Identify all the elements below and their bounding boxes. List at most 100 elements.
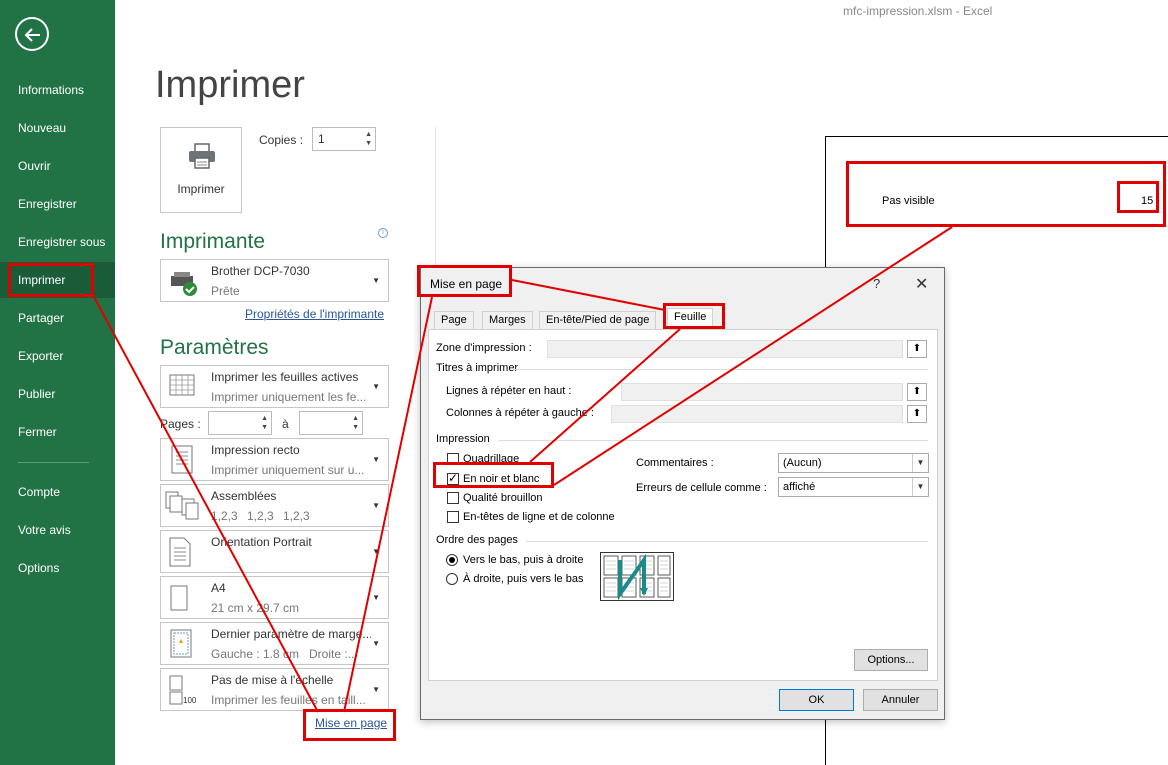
printer-ready-icon	[171, 272, 197, 296]
chevron-down-icon: ▼	[372, 685, 380, 695]
chevron-down-icon: ▼	[912, 454, 928, 472]
order-over-radio[interactable]	[446, 573, 458, 585]
print-what-main: Imprimer les feuilles actives	[211, 370, 359, 384]
rows-repeat-input[interactable]	[621, 383, 903, 401]
headings-checkbox[interactable]	[447, 511, 459, 523]
stepper-arrows-icon[interactable]: ▲ ▼	[261, 414, 268, 432]
printer-section-title: Imprimante	[160, 230, 266, 253]
margins-main: Dernier paramètre de marge...	[211, 627, 371, 641]
collapse-dialog-icon[interactable]: ⬆	[907, 405, 927, 423]
sidebar-item-compte[interactable]: Compte	[0, 474, 115, 510]
order-over-label: À droite, puis vers le bas	[463, 573, 584, 585]
stepper-arrows-icon[interactable]: ▲ ▼	[352, 414, 359, 432]
collate-select[interactable]: Assemblées 1,2,3 1,2,3 1,2,3 ▼	[160, 484, 389, 527]
tab-marges[interactable]: Marges	[482, 311, 533, 330]
stepper-arrows-icon[interactable]: ▲ ▼	[365, 130, 372, 148]
collapse-dialog-icon[interactable]: ⬆	[907, 383, 927, 401]
cols-repeat-label: Colonnes à répéter à gauche :	[446, 407, 594, 419]
printer-select[interactable]: Brother DCP-7030 Prête ▼	[160, 259, 389, 302]
draft-quality-label: Qualité brouillon	[463, 492, 543, 504]
sidebar-item-ouvrir[interactable]: Ouvrir	[0, 148, 115, 184]
draft-quality-checkbox[interactable]	[447, 492, 459, 504]
margins-page-icon	[170, 629, 192, 658]
rows-repeat-label: Lignes à répéter en haut :	[446, 385, 572, 397]
collate-sub-3: 1,2,3	[283, 509, 310, 523]
scaling-sub: Imprimer les feuilles en taill...	[211, 693, 366, 707]
highlight-feuille-tab	[663, 303, 725, 329]
sides-select[interactable]: Impression recto Imprimer uniquement sur…	[160, 438, 389, 481]
paper-a4-icon	[170, 585, 188, 611]
highlight-dialog-title	[417, 265, 512, 297]
print-button[interactable]: Imprimer	[160, 127, 242, 213]
help-button[interactable]: ?	[873, 276, 880, 291]
paper-size-main: A4	[211, 581, 226, 595]
group-divider	[513, 369, 928, 370]
print-what-select[interactable]: Imprimer les feuilles actives Imprimer u…	[160, 365, 389, 408]
sidebar-item-informations[interactable]: Informations	[0, 72, 115, 108]
sidebar-item-partager[interactable]: Partager	[0, 300, 115, 336]
print-button-label: Imprimer	[177, 182, 225, 196]
sidebar-item-votre-avis[interactable]: Votre avis	[0, 512, 115, 548]
info-icon[interactable]: i	[378, 228, 388, 238]
copies-label: Copies :	[259, 133, 304, 147]
sides-sub: Imprimer uniquement sur u...	[211, 463, 365, 477]
backstage-sidebar: Informations Nouveau Ouvrir Enregistrer …	[0, 0, 115, 765]
scaling-main: Pas de mise à l'échelle	[211, 673, 334, 687]
chevron-down-icon: ▼	[372, 547, 380, 557]
tab-entete-pied[interactable]: En-tête/Pied de page	[539, 311, 657, 330]
page-title: Imprimer	[155, 64, 305, 106]
copies-stepper[interactable]: 1 ▲ ▼	[312, 127, 376, 151]
collate-main: Assemblées	[211, 489, 277, 503]
cancel-button[interactable]: Annuler	[863, 689, 938, 711]
sidebar-item-nouveau[interactable]: Nouveau	[0, 110, 115, 146]
margins-select[interactable]: Dernier paramètre de marge... Gauche : 1…	[160, 622, 389, 665]
chevron-down-icon: ▼	[372, 382, 380, 392]
orientation-select[interactable]: Orientation Portrait ▼	[160, 530, 389, 573]
collapse-dialog-icon[interactable]: ⬆	[907, 340, 927, 358]
back-button[interactable]	[15, 17, 49, 51]
sidebar-item-fermer[interactable]: Fermer	[0, 414, 115, 450]
tab-page[interactable]: Page	[434, 311, 474, 330]
page-order-label: Ordre des pages	[436, 534, 518, 546]
print-group-label: Impression	[436, 433, 490, 445]
comments-value: (Aucun)	[783, 457, 822, 469]
orientation-main: Orientation Portrait	[211, 535, 312, 549]
printer-status: Prête	[211, 284, 240, 298]
cell-errors-select[interactable]: affiché ▼	[778, 477, 929, 497]
settings-section-title: Paramètres	[160, 336, 269, 359]
copies-value: 1	[318, 132, 325, 146]
margins-sub-right: Droite :...	[309, 647, 358, 661]
chevron-down-icon: ▼	[372, 501, 380, 511]
order-down-label: Vers le bas, puis à droite	[463, 554, 584, 566]
collate-sub-2: 1,2,3	[247, 509, 274, 523]
collate-sub-1: 1,2,3	[211, 509, 238, 523]
order-down-radio[interactable]	[446, 554, 458, 566]
pages-to-label: à	[282, 417, 289, 431]
printer-properties-link[interactable]: Propriétés de l'imprimante	[245, 307, 384, 321]
sidebar-item-exporter[interactable]: Exporter	[0, 338, 115, 374]
paper-size-select[interactable]: A4 21 cm x 29.7 cm ▼	[160, 576, 389, 619]
sidebar-item-enregistrer[interactable]: Enregistrer	[0, 186, 115, 222]
no-scaling-icon: 100	[169, 675, 197, 705]
print-area-input[interactable]	[547, 340, 903, 358]
print-what-sub: Imprimer uniquement les fe...	[211, 390, 366, 404]
ok-button[interactable]: OK	[779, 689, 854, 711]
sidebar-item-options[interactable]: Options	[0, 550, 115, 586]
cols-repeat-input[interactable]	[611, 405, 903, 423]
close-icon[interactable]: ✕	[915, 274, 928, 294]
window-title: mfc-impression.xlsm - Excel	[843, 4, 993, 18]
options-button[interactable]: Options...	[854, 649, 928, 671]
sides-main: Impression recto	[211, 443, 300, 457]
pages-label: Pages :	[160, 417, 201, 431]
comments-select[interactable]: (Aucun) ▼	[778, 453, 929, 473]
sidebar-item-publier[interactable]: Publier	[0, 376, 115, 412]
sheet-tab-panel	[428, 329, 938, 681]
pages-from-input[interactable]: ▲ ▼	[208, 411, 272, 435]
scaling-select[interactable]: 100 Pas de mise à l'échelle Imprimer les…	[160, 668, 389, 711]
chevron-down-icon: ▼	[912, 478, 928, 496]
group-divider	[499, 440, 928, 441]
pages-to-input[interactable]: ▲ ▼	[299, 411, 363, 435]
group-divider	[526, 541, 928, 542]
sidebar-item-enregistrer-sous[interactable]: Enregistrer sous	[0, 224, 115, 260]
chevron-down-icon: ▼	[372, 639, 380, 649]
